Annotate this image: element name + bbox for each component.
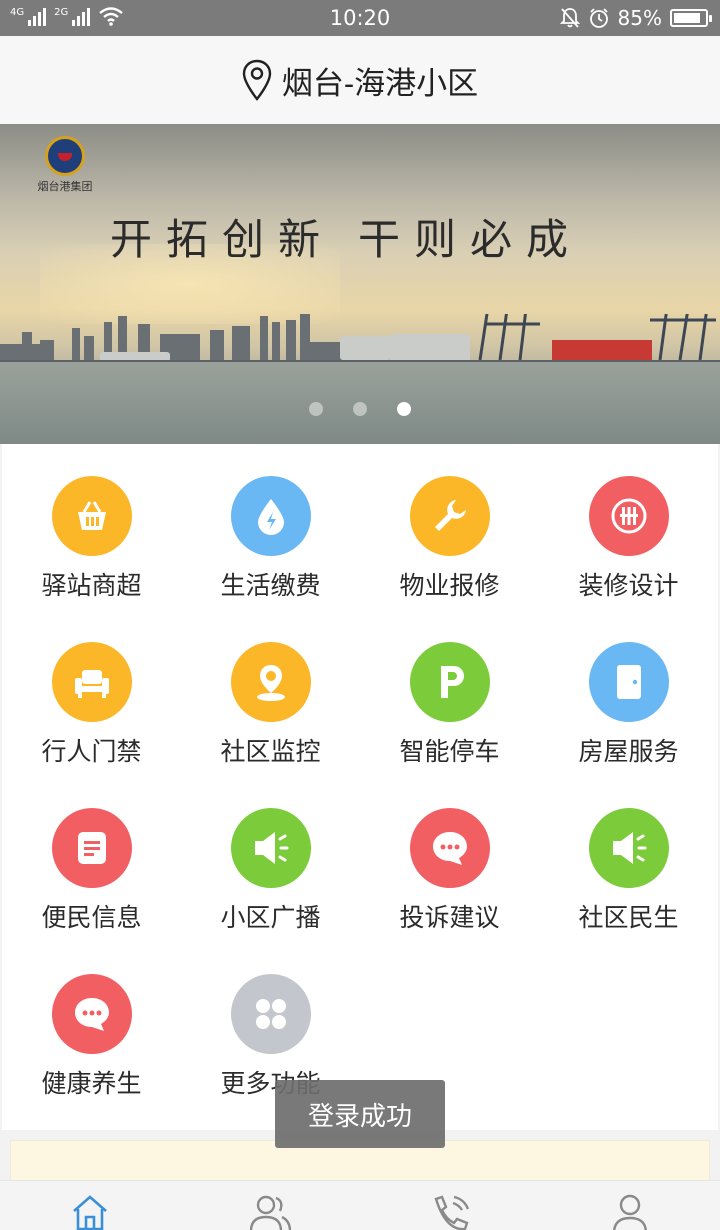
service-item[interactable]: 房屋服务 <box>539 610 718 776</box>
slogan-part-1: 开拓创新 <box>110 215 335 264</box>
service-label: 装修设计 <box>578 572 679 600</box>
nav-profile[interactable] <box>540 1181 720 1230</box>
service-item[interactable]: 生活缴费 <box>181 444 360 610</box>
service-label: 生活缴费 <box>220 572 321 600</box>
status-bar: 4G 2G 10:20 85% <box>0 0 720 36</box>
company-logo: 烟台港集团 <box>30 136 100 194</box>
carousel-dot-2[interactable] <box>353 402 367 416</box>
document-icon <box>51 808 132 888</box>
service-item[interactable]: 驿站商超 <box>2 444 181 610</box>
nav-home[interactable] <box>0 1181 180 1230</box>
location-header[interactable]: 烟台-海港小区 <box>0 36 720 124</box>
service-label: 驿站商超 <box>41 572 142 600</box>
bottom-navigation <box>0 1180 720 1230</box>
nav-phone[interactable] <box>360 1181 540 1230</box>
service-label: 行人门禁 <box>41 738 142 766</box>
service-item[interactable]: 便民信息 <box>2 776 181 942</box>
mute-bell-icon <box>559 8 580 28</box>
services-panel: 驿站商超 生活缴费 物业报修 装修设计行人门禁 社区监控 智能停车 房屋服务便民信息 小区广播… <box>2 444 718 1130</box>
chat-bubble-icon <box>409 808 490 888</box>
service-label: 房屋服务 <box>578 738 679 766</box>
logo-text: 烟台港集团 <box>37 180 93 193</box>
people-icon <box>249 1195 292 1230</box>
water-drop-icon <box>230 476 311 556</box>
brand-circle-icon <box>588 476 669 556</box>
slogan-part-2: 干则必成 <box>358 215 583 264</box>
door-icon <box>588 642 669 722</box>
service-item[interactable]: 装修设计 <box>539 444 718 610</box>
phone-icon <box>434 1195 470 1230</box>
login-success-toast: 登录成功 <box>275 1080 445 1148</box>
service-label: 社区民生 <box>578 904 679 932</box>
service-label: 物业报修 <box>399 572 500 600</box>
battery-icon <box>670 9 712 27</box>
service-item[interactable]: 小区广播 <box>181 776 360 942</box>
carousel-indicators <box>0 402 720 416</box>
sofa-icon <box>51 642 132 722</box>
banner-slogan: 开拓创新 干则必成 <box>110 206 582 267</box>
service-label: 智能停车 <box>399 738 500 766</box>
home-icon <box>73 1195 107 1230</box>
carousel-dot-3[interactable] <box>397 402 411 416</box>
nav-community[interactable] <box>180 1181 360 1230</box>
service-item[interactable]: 社区民生 <box>539 776 718 942</box>
speaker-icon <box>230 808 311 888</box>
user-icon <box>613 1194 647 1230</box>
battery-percent: 85% <box>617 6 662 30</box>
service-item[interactable]: 行人门禁 <box>2 610 181 776</box>
carousel-dot-1[interactable] <box>309 402 323 416</box>
basket-icon <box>51 476 132 556</box>
service-item[interactable]: 社区监控 <box>181 610 360 776</box>
location-person-icon <box>230 642 311 722</box>
service-item[interactable]: 健康养生 <box>2 942 181 1108</box>
alarm-icon <box>589 8 608 28</box>
chat-bubble-icon <box>51 974 132 1054</box>
service-label: 健康养生 <box>41 1070 142 1098</box>
promo-banner[interactable]: 烟台港集团 开拓创新 干则必成 <box>0 124 720 444</box>
service-item[interactable]: 智能停车 <box>360 610 539 776</box>
status-right: 85% <box>559 6 712 30</box>
wrench-icon <box>409 476 490 556</box>
speaker-icon <box>588 808 669 888</box>
service-label: 便民信息 <box>41 904 142 932</box>
service-label: 社区监控 <box>220 738 321 766</box>
parking-icon <box>409 642 490 722</box>
service-label: 小区广播 <box>220 904 321 932</box>
map-pin-icon <box>242 59 272 101</box>
grid-dots-icon <box>230 974 311 1054</box>
service-item[interactable]: 投诉建议 <box>360 776 539 942</box>
service-item[interactable]: 物业报修 <box>360 444 539 610</box>
community-title: 烟台-海港小区 <box>281 65 479 101</box>
service-label: 投诉建议 <box>399 904 500 932</box>
